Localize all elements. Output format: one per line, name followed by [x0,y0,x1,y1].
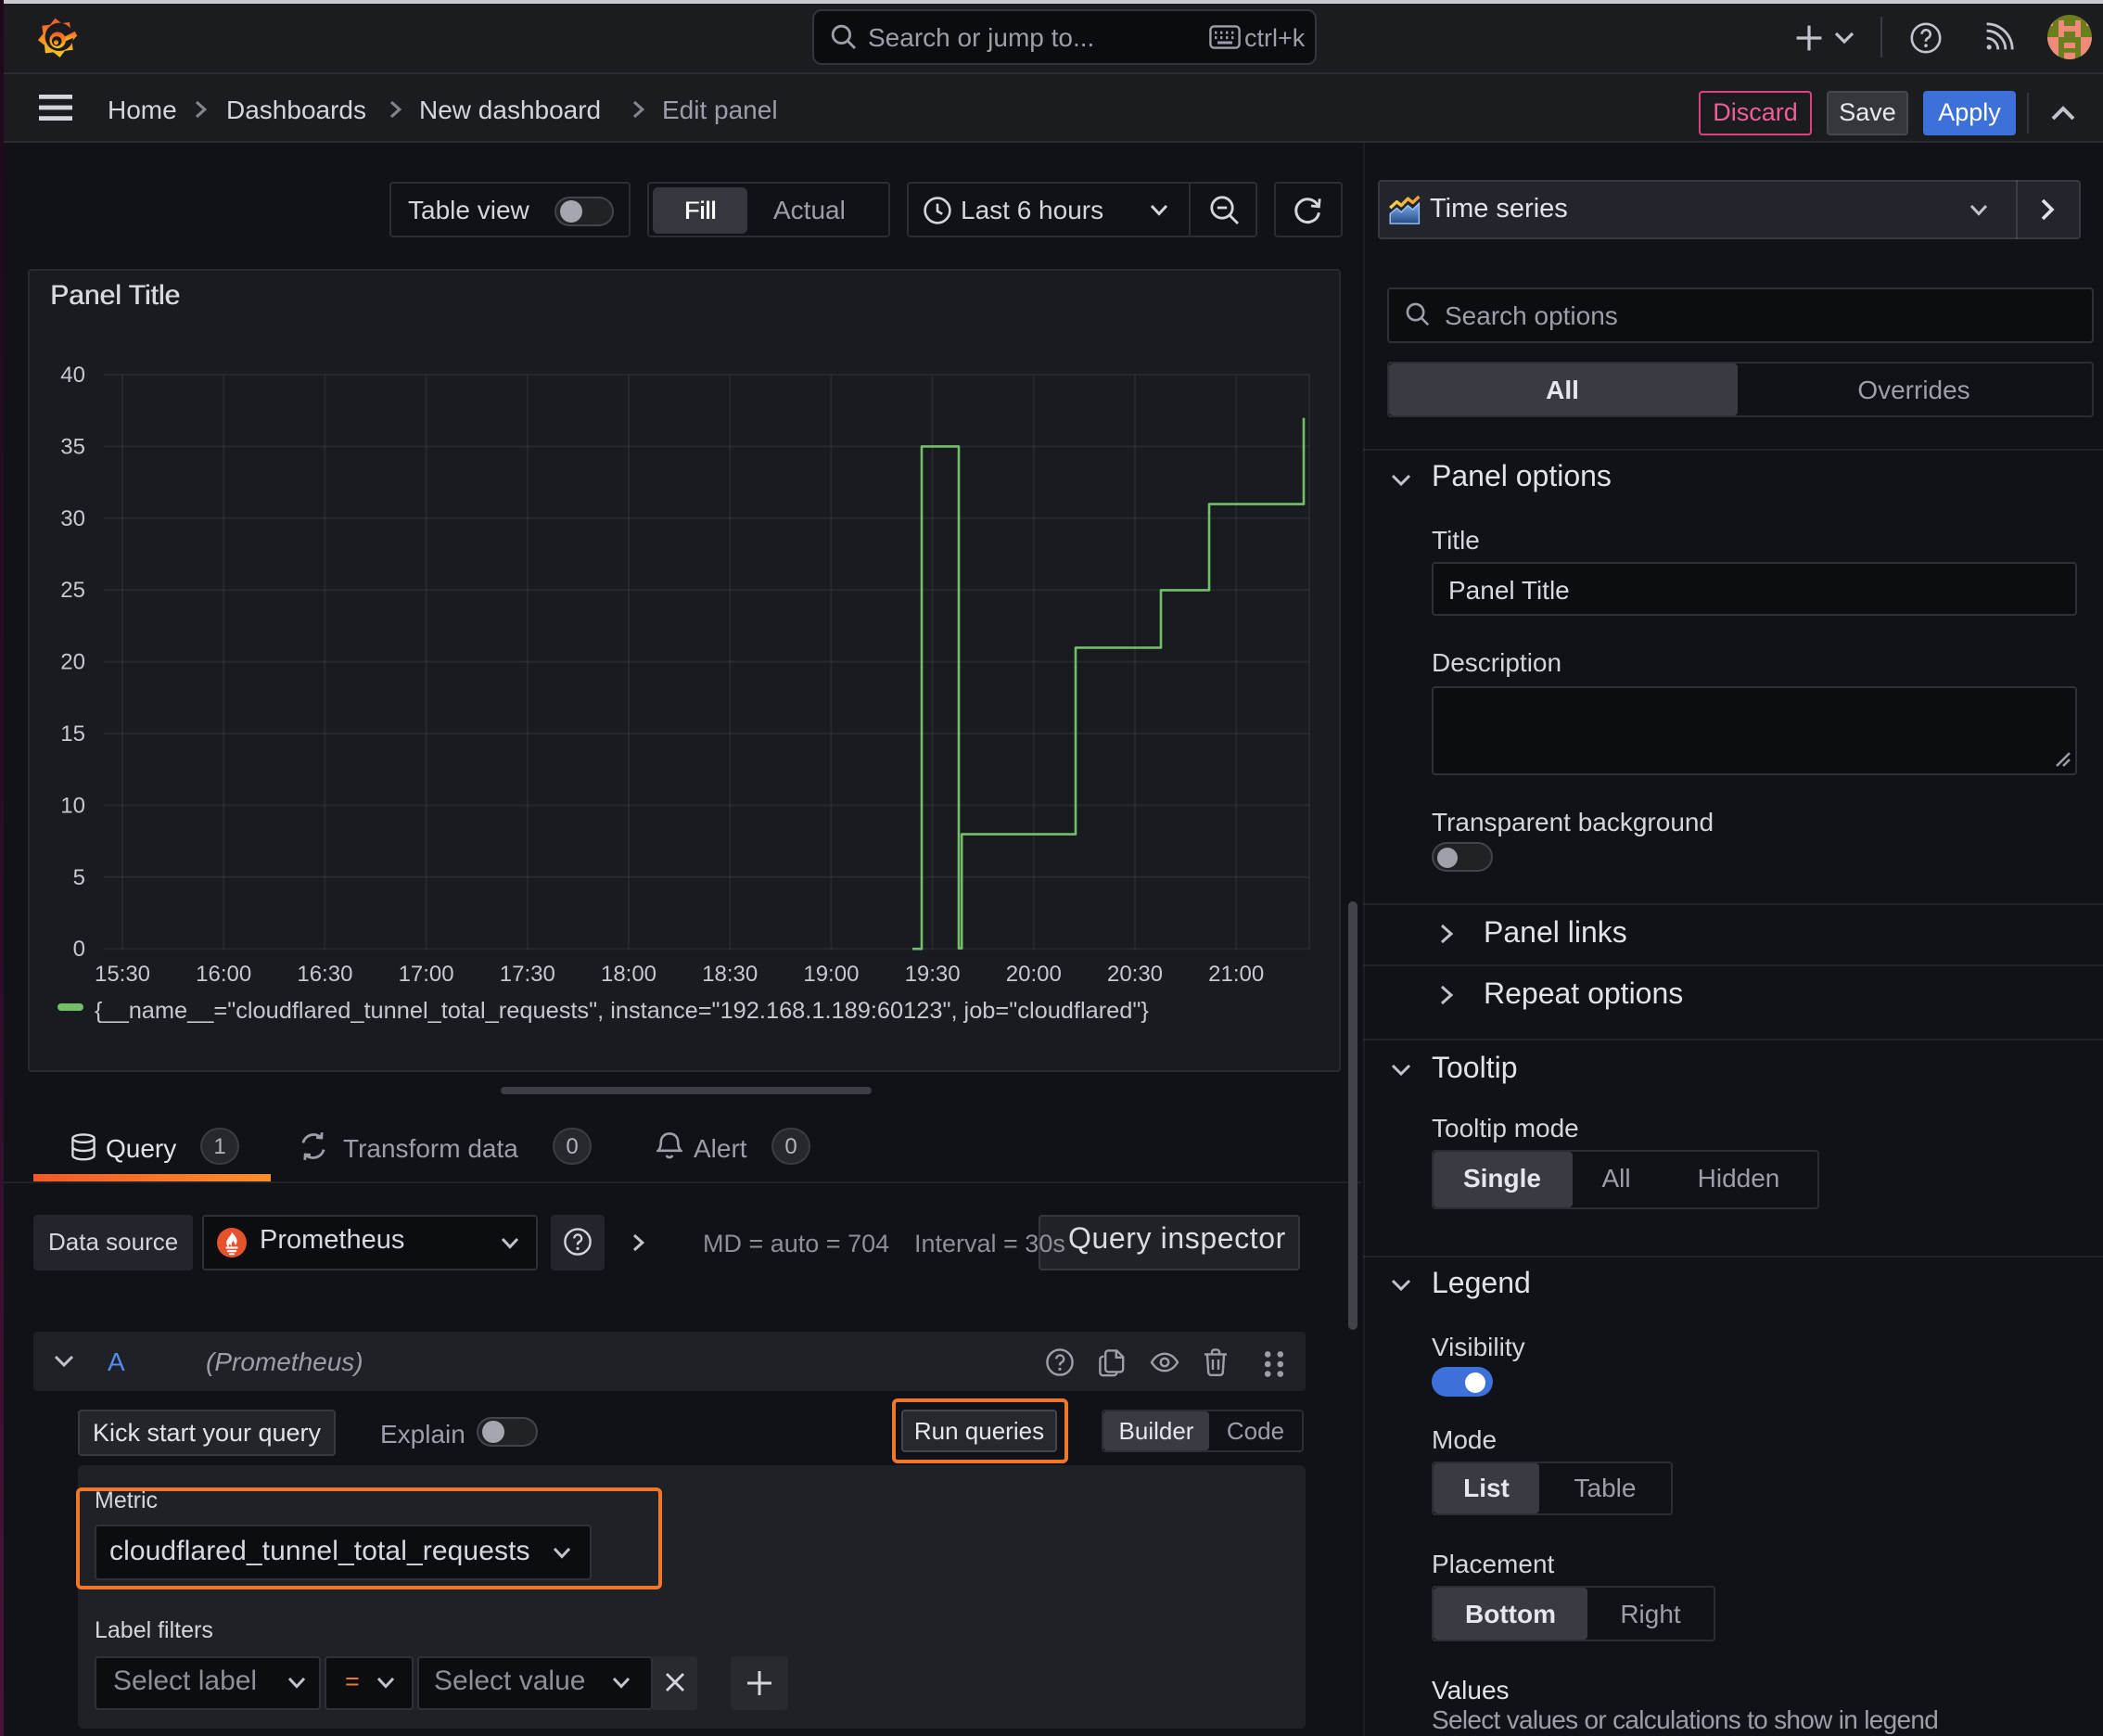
svg-text:19:00: 19:00 [803,962,859,987]
svg-text:25: 25 [60,578,85,603]
svg-text:20:00: 20:00 [1006,962,1062,987]
svg-text:15:30: 15:30 [95,962,150,987]
svg-text:20:30: 20:30 [1107,962,1163,987]
svg-text:18:00: 18:00 [601,962,656,987]
svg-text:19:30: 19:30 [905,962,961,987]
svg-text:18:30: 18:30 [702,962,758,987]
svg-text:40: 40 [60,363,85,388]
svg-text:17:30: 17:30 [500,962,555,987]
svg-text:5: 5 [73,865,85,890]
svg-text:0: 0 [73,937,85,962]
svg-text:30: 30 [60,506,85,531]
svg-text:10: 10 [60,793,85,818]
svg-text:21:00: 21:00 [1208,962,1264,987]
svg-text:16:00: 16:00 [196,962,251,987]
svg-text:15: 15 [60,721,85,747]
svg-text:20: 20 [60,650,85,675]
svg-text:16:30: 16:30 [297,962,352,987]
svg-text:17:00: 17:00 [399,962,454,987]
svg-text:35: 35 [60,434,85,459]
